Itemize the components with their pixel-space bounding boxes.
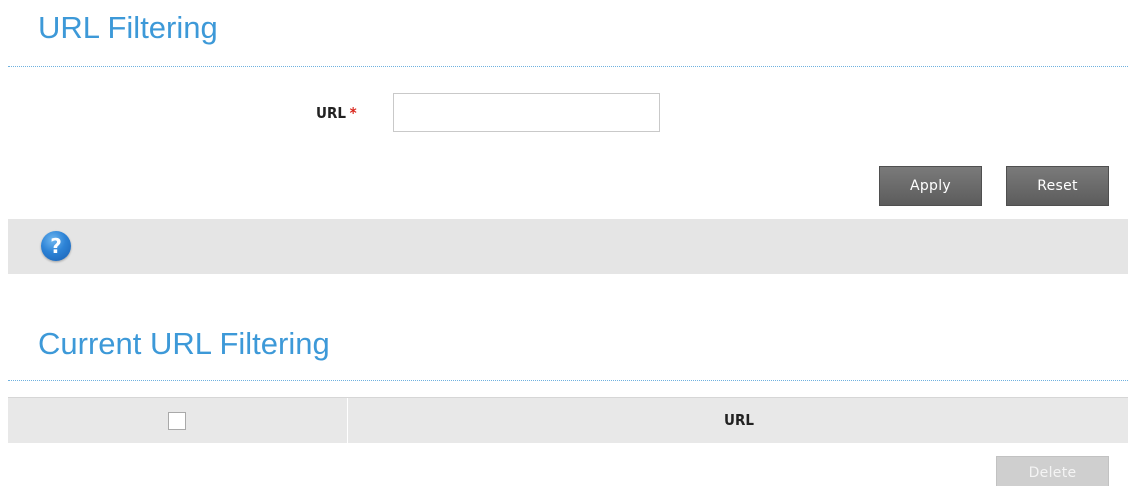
section-divider [8,66,1128,67]
url-input[interactable] [393,93,660,132]
section-title-url-filtering: URL Filtering [38,10,218,45]
url-filtering-page: URL Filtering URL * Apply Reset ? Current… [0,0,1128,486]
url-label-text: URL [316,104,346,122]
required-marker: * [349,104,357,122]
section-title-current-url-filtering: Current URL Filtering [38,326,330,361]
apply-button[interactable]: Apply [879,166,982,206]
help-bar: ? [8,219,1128,274]
reset-button[interactable]: Reset [1006,166,1109,206]
delete-button[interactable]: Delete [996,456,1109,486]
column-divider [347,398,348,443]
column-header-url: URL [724,411,754,429]
section-divider [8,380,1128,381]
question-icon[interactable]: ? [41,231,71,261]
url-table-header: URL [8,397,1128,443]
select-all-checkbox[interactable] [168,412,186,430]
url-field-label: URL * [316,104,357,122]
